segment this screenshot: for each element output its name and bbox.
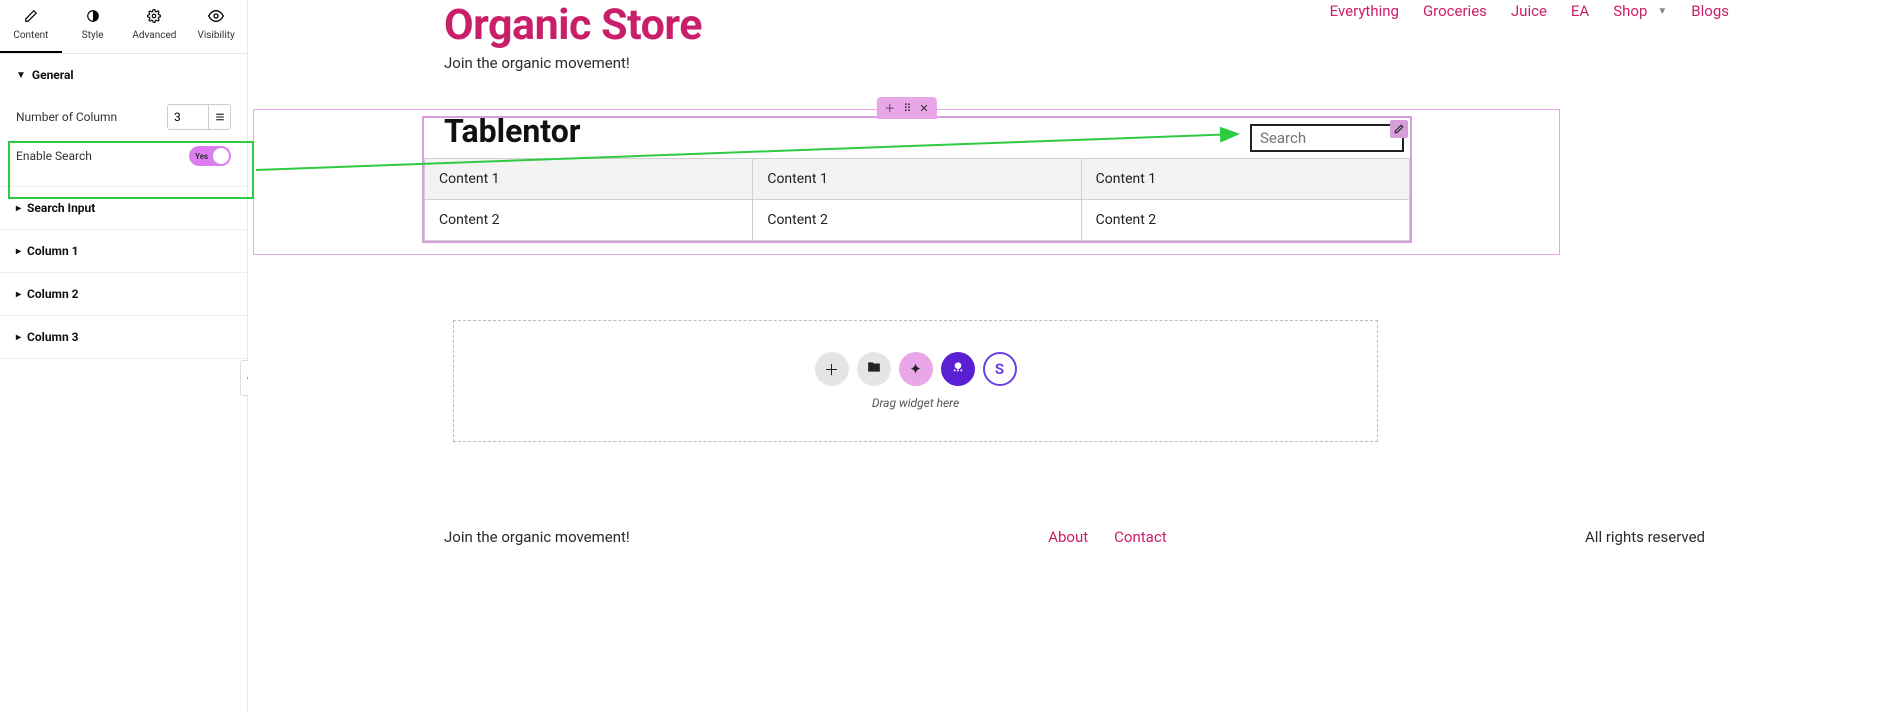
caret-right-icon: ▸ [16, 203, 21, 214]
section-column1: ▸ Column 1 [0, 230, 247, 273]
table-search-input[interactable] [1250, 124, 1404, 152]
tab-content-label: Content [13, 30, 48, 41]
section-column3-header[interactable]: ▸ Column 3 [0, 316, 247, 358]
toggle-yes-text: Yes [195, 152, 208, 161]
num-columns-input[interactable] [167, 104, 209, 130]
chevron-down-icon: ▼ [1657, 6, 1667, 17]
s-icon: S [995, 360, 1004, 378]
num-columns-list-button[interactable] [209, 104, 231, 130]
nav-everything[interactable]: Everything [1330, 2, 1399, 20]
nav-blogs[interactable]: Blogs [1691, 2, 1729, 20]
section-column2-label: Column 2 [27, 287, 79, 301]
section-general: ▼ General Number of Column Enable Search… [0, 54, 247, 187]
data-table: Content 1 Content 1 Content 1 Content 2 … [424, 158, 1410, 241]
folder-button[interactable] [857, 352, 891, 386]
contrast-icon [85, 8, 101, 24]
section-column2: ▸ Column 2 [0, 273, 247, 316]
drag-handle-icon[interactable]: ⠿ [903, 102, 911, 115]
section-column1-header[interactable]: ▸ Column 1 [0, 230, 247, 272]
tab-visibility-label: Visibility [197, 30, 234, 41]
section-search-input-label: Search Input [27, 201, 95, 215]
globe-icon [950, 359, 966, 379]
main-nav: Everything Groceries Juice EA Shop ▼ Blo… [1330, 2, 1729, 20]
control-num-columns: Number of Column [16, 96, 231, 138]
folder-icon [867, 360, 881, 378]
tab-style[interactable]: Style [62, 0, 124, 53]
footer-rights: All rights reserved [1585, 528, 1705, 546]
site-tagline: Join the organic movement! [444, 54, 1901, 72]
num-columns-label: Number of Column [16, 110, 117, 124]
footer-contact-link[interactable]: Contact [1114, 528, 1166, 546]
footer-about-link[interactable]: About [1048, 528, 1088, 546]
section-column1-label: Column 1 [27, 244, 79, 258]
table-row: Content 2 Content 2 Content 2 [425, 200, 1410, 241]
edit-icon[interactable] [1390, 120, 1408, 138]
table-row: Content 1 Content 1 Content 1 [425, 159, 1410, 200]
section-search-input: ▸ Search Input [0, 187, 247, 230]
table-widget[interactable]: Content 1 Content 1 Content 1 Content 2 … [422, 116, 1412, 243]
caret-right-icon: ▸ [16, 246, 21, 257]
s-button[interactable]: S [983, 352, 1017, 386]
nav-shop[interactable]: Shop [1613, 2, 1647, 20]
toggle-knob [213, 148, 229, 164]
enable-search-label: Enable Search [16, 149, 92, 163]
sidebar-tabs: Content Style Advanced Visibility [0, 0, 247, 54]
tab-style-label: Style [82, 30, 104, 41]
table-cell: Content 2 [425, 200, 753, 241]
caret-right-icon: ▸ [16, 332, 21, 343]
preview-canvas: Organic Store Join the organic movement!… [248, 0, 1901, 712]
drop-zone-text: Drag widget here [872, 396, 959, 410]
section-search-input-header[interactable]: ▸ Search Input [0, 187, 247, 229]
pencil-icon [23, 8, 39, 24]
drop-zone-buttons: ＋ ✦ S [815, 352, 1017, 386]
nav-juice[interactable]: Juice [1511, 2, 1547, 20]
section-column2-header[interactable]: ▸ Column 2 [0, 273, 247, 315]
tab-advanced-label: Advanced [132, 30, 176, 41]
tab-content[interactable]: Content [0, 0, 62, 53]
add-widget-button[interactable]: ＋ [815, 352, 849, 386]
nav-ea[interactable]: EA [1571, 2, 1589, 20]
section-boundary[interactable]: ＋ ⠿ ✕ Content 1 Content 1 Content 1 Cont… [253, 109, 1560, 255]
widget-toolbar: ＋ ⠿ ✕ [876, 97, 936, 119]
close-icon[interactable]: ✕ [919, 102, 928, 115]
table-cell: Content 1 [425, 159, 753, 200]
eye-icon [208, 8, 224, 24]
footer-tagline: Join the organic movement! [444, 528, 630, 546]
site-footer: Join the organic movement! About Contact… [248, 528, 1901, 546]
caret-down-icon: ▼ [16, 70, 26, 81]
widget-drop-zone[interactable]: ＋ ✦ S Drag widget here [453, 320, 1378, 442]
section-column3-label: Column 3 [27, 330, 79, 344]
add-icon[interactable]: ＋ [884, 100, 895, 116]
gear-icon [146, 8, 162, 24]
tab-visibility[interactable]: Visibility [185, 0, 247, 53]
table-cell: Content 1 [753, 159, 1081, 200]
nav-groceries[interactable]: Groceries [1423, 2, 1487, 20]
tab-advanced[interactable]: Advanced [124, 0, 186, 53]
section-general-header[interactable]: ▼ General [0, 54, 247, 96]
list-icon [215, 112, 225, 122]
table-cell: Content 2 [753, 200, 1081, 241]
section-general-label: General [32, 68, 74, 82]
editor-sidebar: Content Style Advanced Visibility ▼ Gene… [0, 0, 248, 712]
ai-button[interactable]: ✦ [899, 352, 933, 386]
section-column3: ▸ Column 3 [0, 316, 247, 359]
sparkle-icon: ✦ [909, 360, 922, 378]
globe-button[interactable] [941, 352, 975, 386]
enable-search-toggle[interactable]: Yes [189, 146, 231, 166]
control-enable-search: Enable Search Yes [16, 138, 231, 174]
table-cell: Content 1 [1081, 159, 1409, 200]
table-cell: Content 2 [1081, 200, 1409, 241]
plus-icon: ＋ [824, 359, 839, 380]
caret-right-icon: ▸ [16, 289, 21, 300]
